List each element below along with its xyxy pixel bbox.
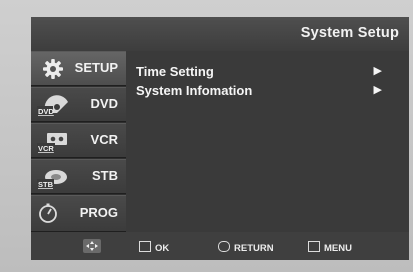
sidebar-item-prog[interactable]: PROG [31,195,126,232]
chevron-right-icon: ▶ [373,65,382,77]
ok-hint: OK [139,241,169,254]
return-hint: RETURN [218,241,274,254]
menu-item-system-information[interactable]: System Infomation ▶ [136,83,396,101]
menu-panel: Time Setting ▶ System Infomation ▶ [126,51,409,232]
sidebar: SETUP DVD DVD VCR VCR STB STB PROG [31,51,126,232]
return-key-icon [218,241,230,252]
ok-key-icon [139,241,151,252]
directional-pad-icon [83,239,101,253]
chevron-right-icon: ▶ [373,84,382,96]
menu-item-label: Time Setting [136,64,214,79]
menu-item-time-setting[interactable]: Time Setting ▶ [136,64,396,82]
gear-icon [43,59,63,79]
sidebar-item-label: DVD [90,96,118,111]
ok-label: OK [155,243,170,254]
stb-icon: STB [37,170,67,189]
title-bar: System Setup [31,17,409,51]
sidebar-item-vcr[interactable]: VCR VCR [31,123,126,158]
sidebar-item-setup[interactable]: SETUP [31,51,126,86]
menu-label: MENU [324,243,352,254]
menu-item-label: System Infomation [136,83,253,98]
sidebar-item-label: STB [92,168,118,183]
osd-screen: System Setup SETUP DVD DVD VCR VCR STB S… [31,17,409,260]
tv-bezel: System Setup SETUP DVD DVD VCR VCR STB S… [0,0,413,272]
sidebar-item-label: PROG [79,205,118,220]
dvd-icon: DVD [37,95,68,116]
sidebar-item-stb[interactable]: STB STB [31,159,126,194]
menu-key-icon [308,241,320,252]
page-title: System Setup [300,25,399,41]
footer-hint-bar: OK RETURN MENU [31,232,409,260]
sidebar-item-label: SETUP [74,60,118,75]
svg-text:VCR: VCR [38,144,54,153]
sidebar-item-label: VCR [90,132,118,147]
stopwatch-icon [39,203,57,223]
return-label: RETURN [234,243,274,254]
svg-text:STB: STB [38,180,54,189]
vcr-icon: VCR [37,133,67,153]
svg-text:DVD: DVD [38,107,54,116]
menu-hint: MENU [308,241,352,254]
sidebar-item-dvd[interactable]: DVD DVD [31,87,126,122]
